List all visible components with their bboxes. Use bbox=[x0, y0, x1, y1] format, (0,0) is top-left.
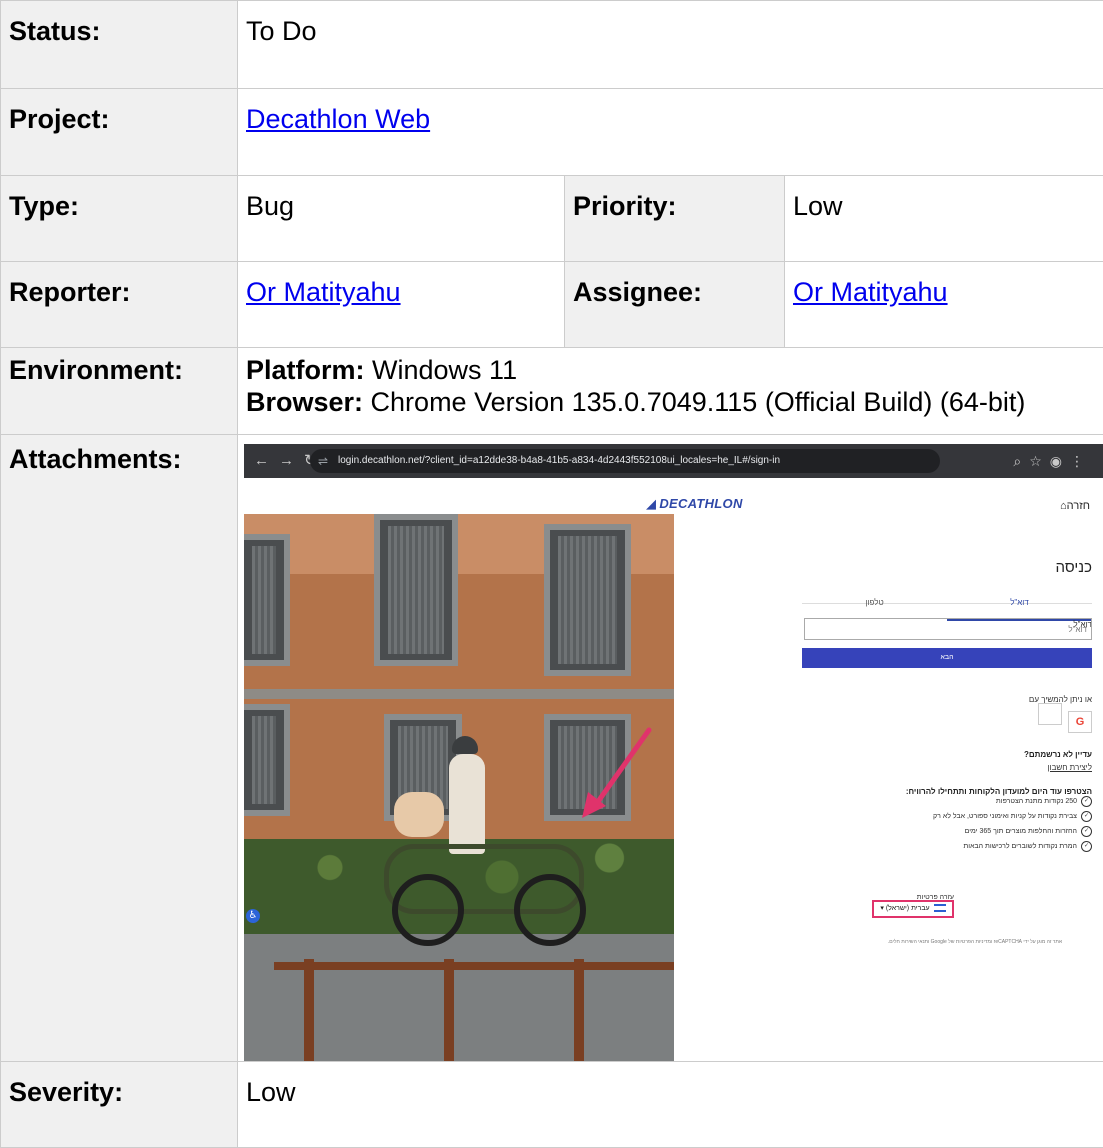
chevron-down-icon: ▾ bbox=[880, 905, 884, 912]
sign-in-title: כניסה bbox=[1055, 552, 1092, 584]
status-value-cell: To Do bbox=[238, 1, 1103, 89]
platform-value: Windows 11 bbox=[372, 355, 517, 385]
attachments-label: Attachments: bbox=[1, 435, 238, 1062]
photo-kids bbox=[394, 792, 444, 837]
profile-icon[interactable]: ◉ bbox=[1050, 453, 1070, 469]
photo-post bbox=[304, 959, 314, 1061]
check-circle-icon: ✓ bbox=[1081, 796, 1092, 807]
assignee-link[interactable]: Or Matityahu bbox=[793, 277, 948, 307]
photo-window bbox=[244, 534, 290, 666]
type-priority-row: Type: Bug Priority: Low bbox=[1, 176, 1103, 262]
attachments-cell: ←→↻ ⇌ login.decathlon.net/?client_id=a12… bbox=[238, 435, 1103, 1062]
reporter-label: Reporter: bbox=[1, 262, 238, 348]
project-row: Project: Decathlon Web bbox=[1, 89, 1103, 176]
browser-toolbar: ←→↻ ⇌ login.decathlon.net/?client_id=a12… bbox=[244, 444, 1103, 478]
photo-ledge bbox=[244, 689, 674, 699]
browser-label: Browser: bbox=[246, 387, 363, 417]
assignee-label: Assignee: bbox=[565, 262, 785, 348]
status-label: Status: bbox=[1, 1, 238, 89]
star-icon[interactable]: ☆ bbox=[1029, 453, 1050, 469]
recaptcha-notice: אתר זה מוגן על ידי reCAPTCHA ומדיניות הפ… bbox=[888, 926, 1062, 958]
photo-window bbox=[374, 514, 458, 666]
address-bar[interactable]: ⇌ login.decathlon.net/?client_id=a12dde3… bbox=[310, 449, 940, 473]
photo-rail bbox=[274, 962, 674, 970]
status-row: Status: To Do bbox=[1, 1, 1103, 89]
check-circle-icon: ✓ bbox=[1081, 811, 1092, 822]
check-circle-icon: ✓ bbox=[1081, 826, 1092, 837]
photo-window bbox=[544, 524, 631, 676]
project-link[interactable]: Decathlon Web bbox=[246, 104, 430, 134]
severity-label: Severity: bbox=[1, 1062, 238, 1148]
severity-value-cell: Low bbox=[238, 1062, 1103, 1148]
status-value: To Do bbox=[246, 1, 1103, 47]
type-value-cell: Bug bbox=[238, 176, 565, 262]
back-icon[interactable]: ← bbox=[254, 452, 279, 469]
photo-window bbox=[244, 704, 290, 816]
project-label: Project: bbox=[1, 89, 238, 176]
zoom-icon[interactable]: ⌕ bbox=[1013, 453, 1029, 469]
login-tabs: דוא"לטלפון bbox=[802, 587, 1092, 604]
apple-icon[interactable] bbox=[1038, 703, 1062, 725]
list-item: ✓החזרות והחלפות מוצרים תוך 365 ימים bbox=[933, 824, 1092, 839]
environment-label: Environment: bbox=[1, 348, 238, 435]
platform-label: Platform: bbox=[246, 355, 365, 385]
language-selector[interactable]: עברית (ישראל) ▾ bbox=[872, 900, 954, 918]
photo-wheel bbox=[514, 874, 586, 946]
priority-value: Low bbox=[793, 176, 1103, 222]
list-item: ✓צבירת נקודות על קניות ואימוני ספורט, אב… bbox=[933, 809, 1092, 824]
toolbar-right-icons: ⌕☆◉⋮ bbox=[1013, 453, 1092, 469]
photo-helmet bbox=[452, 736, 478, 754]
sign-in-form: כניסה דוא"לטלפון דוא"ל דוא"ל הבא או ניתן… bbox=[681, 514, 1103, 1061]
photo-post bbox=[574, 959, 584, 1061]
next-button[interactable]: הבא bbox=[802, 648, 1092, 668]
list-item: ✓המרת נקודות לשוברים לרכישות הבאות bbox=[933, 839, 1092, 854]
reporter-assignee-row: Reporter: Or Matityahu Assignee: Or Mati… bbox=[1, 262, 1103, 348]
accessibility-icon[interactable]: ♿ bbox=[246, 909, 260, 923]
site-info-icon[interactable]: ⇌ bbox=[318, 454, 332, 468]
photo-post bbox=[444, 959, 454, 1061]
home-icon: ⌂ bbox=[1060, 500, 1067, 512]
check-circle-icon: ✓ bbox=[1081, 841, 1092, 852]
pink-arrow-annotation bbox=[574, 722, 659, 822]
type-value: Bug bbox=[246, 176, 564, 222]
url-text: login.decathlon.net/?client_id=a12dde38-… bbox=[338, 453, 780, 469]
israel-flag-icon bbox=[934, 904, 946, 912]
environment-row: Environment: Platform: Windows 11 Browse… bbox=[1, 348, 1103, 435]
type-label: Type: bbox=[1, 176, 238, 262]
reporter-link[interactable]: Or Matityahu bbox=[246, 277, 401, 307]
attachments-row: Attachments: ←→↻ ⇌ login.decathlon.net/?… bbox=[1, 435, 1103, 1062]
benefits-list: ✓250 נקודות מתנת הצטרפות ✓צבירת נקודות ע… bbox=[933, 794, 1092, 854]
tab-email[interactable]: דוא"ל bbox=[947, 587, 1092, 621]
social-login: G bbox=[1032, 700, 1092, 720]
email-input[interactable]: דוא"ל bbox=[804, 618, 1092, 640]
browser-value: Chrome Version 135.0.7049.115 (Official … bbox=[371, 387, 1026, 417]
environment-value-cell: Platform: Windows 11 Browser: Chrome Ver… bbox=[238, 348, 1103, 435]
severity-row: Severity: Low bbox=[1, 1062, 1103, 1148]
list-item: ✓250 נקודות מתנת הצטרפות bbox=[933, 794, 1092, 809]
attachment-screenshot[interactable]: ←→↻ ⇌ login.decathlon.net/?client_id=a12… bbox=[244, 444, 1103, 1061]
priority-value-cell: Low bbox=[785, 176, 1103, 262]
priority-label: Priority: bbox=[565, 176, 785, 262]
severity-value: Low bbox=[246, 1062, 1103, 1108]
tab-phone[interactable]: טלפון bbox=[802, 587, 947, 619]
reporter-value-cell: Or Matityahu bbox=[238, 262, 565, 348]
photo-rider bbox=[449, 754, 485, 854]
issue-details-table: Status: To Do Project: Decathlon Web Typ… bbox=[0, 0, 1103, 1148]
project-value-cell: Decathlon Web bbox=[238, 89, 1103, 176]
assignee-value-cell: Or Matityahu bbox=[785, 262, 1103, 348]
forward-icon[interactable]: → bbox=[279, 452, 304, 469]
photo-wheel bbox=[392, 874, 464, 946]
google-icon[interactable]: G bbox=[1068, 711, 1092, 733]
menu-icon[interactable]: ⋮ bbox=[1070, 453, 1092, 469]
